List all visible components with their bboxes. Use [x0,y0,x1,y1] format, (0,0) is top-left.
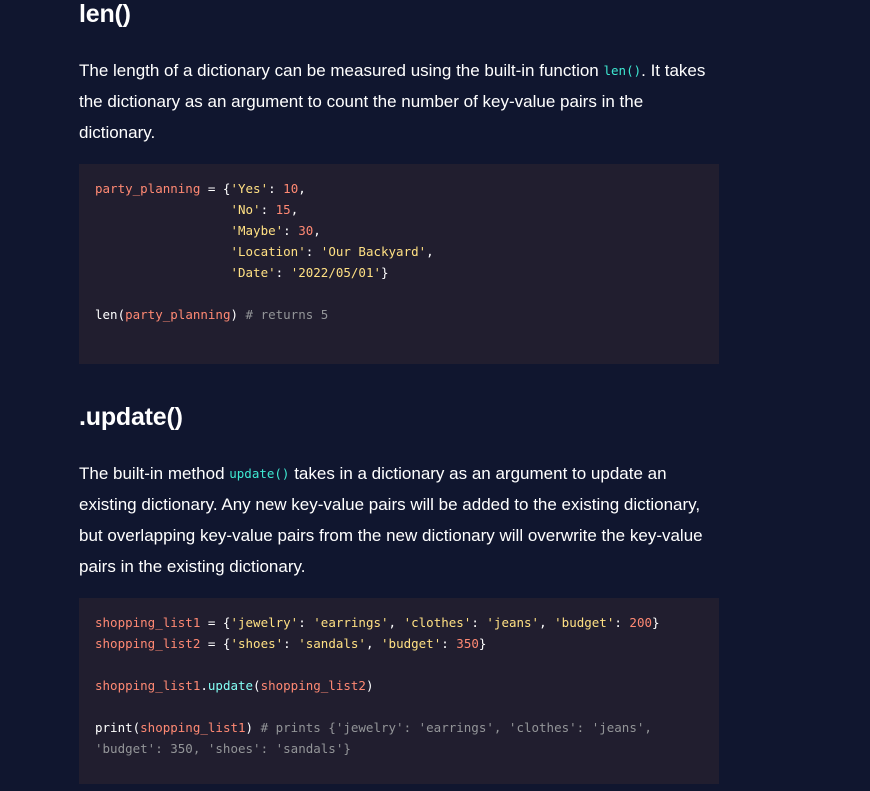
code-line: 'budget': 350, 'shoes': 'sandals'} [95,738,703,759]
code-line: print(shopping_list1) # prints {'jewelry… [95,717,703,738]
code-token: update [207,678,254,693]
code-token: 'budget' [554,615,615,630]
len-code-block: party_planning = {'Yes': 10, 'No': 15, '… [79,164,719,364]
code-token: shopping_list2 [95,636,201,651]
code-line: len(party_planning) # returns 5 [95,304,703,325]
code-token: = { [200,181,231,196]
code-token: len( [95,307,126,322]
code-token: : [298,615,314,630]
code-token: shopping_list1 [140,720,246,735]
code-token: 30 [298,223,314,238]
code-token: : [283,223,299,238]
code-token: 'Maybe' [230,223,284,238]
code-token: 'Our Backyard' [320,244,427,259]
code-token: : [260,202,276,217]
code-token: , [365,636,382,651]
update-code-block: shopping_list1 = {'jewelry': 'earrings',… [79,598,719,784]
code-token: 'clothes' [403,615,472,630]
code-token: : [268,181,284,196]
code-token: , [298,181,306,196]
update-description: The built-in method update() takes in a … [79,458,719,582]
code-token: ) [245,720,261,735]
lesson-page: len() The length of a dictionary can be … [0,0,870,791]
code-token: } [652,615,660,630]
code-token: : [441,636,457,651]
code-token: 200 [629,615,652,630]
code-token: } [478,636,487,651]
code-token: 15 [275,202,291,217]
code-token: party_planning [125,307,231,322]
code-line: party_planning = {'Yes': 10, [95,178,703,199]
code-token: shopping_list2 [260,678,366,693]
code-token: : [614,615,630,630]
update-inline-code: update() [229,466,290,481]
code-token: ( [253,678,261,693]
code-token: # returns 5 [245,307,329,322]
code-token: 'Location' [230,244,306,259]
code-token: 10 [283,181,299,196]
code-line: 'Maybe': 30, [95,220,703,241]
code-token: 'jeans' [486,615,540,630]
code-line: 'No': 15, [95,199,703,220]
code-token: 'budget': 350, 'shoes': 'sandals'} [95,741,351,756]
code-token: : [471,615,487,630]
code-token: 'earrings' [313,615,389,630]
code-line: shopping_list2 = {'shoes': 'sandals', 'b… [95,633,703,654]
code-line: shopping_list1.update(shopping_list2) [95,675,703,696]
code-token: 'shoes' [230,636,284,651]
code-token: , [539,615,555,630]
code-token: print( [95,720,141,735]
code-token: 'Date' [230,265,276,280]
code-token: 'Yes' [230,181,269,196]
code-token: 'jewelry' [230,615,299,630]
code-token: : [283,636,299,651]
code-line: 'Location': 'Our Backyard', [95,241,703,262]
code-token: , [313,223,321,238]
code-token: 'No' [230,202,261,217]
code-token: # prints {'jewelry': 'earrings', 'clothe… [260,720,652,735]
update-heading: .update() [79,403,183,431]
update-section: .update() The built-in method update() t… [79,403,719,784]
code-token: 'budget' [381,636,442,651]
code-token: ) [365,678,374,693]
code-token: '2022/05/01' [290,265,381,280]
len-description: The length of a dictionary can be measur… [79,55,719,148]
len-description-text-1: The length of a dictionary can be measur… [79,61,604,80]
code-token: : [275,265,291,280]
code-token: party_planning [95,181,201,196]
code-line: 'Date': '2022/05/01'} [95,262,703,283]
code-token: 'sandals' [298,636,366,651]
code-token: , [388,615,404,630]
code-line: shopping_list1 = {'jewelry': 'earrings',… [95,612,703,633]
code-token: , [290,202,299,217]
code-token: shopping_list1 [95,678,201,693]
len-inline-code: len() [603,63,642,78]
code-token: = { [200,636,231,651]
code-token: shopping_list1 [95,615,201,630]
code-token: , [426,244,434,259]
code-token: ) [230,307,246,322]
code-token: 350 [456,636,479,651]
update-description-text-1: The built-in method [79,464,230,483]
len-heading: len() [79,0,131,28]
len-section: len() The length of a dictionary can be … [79,0,719,364]
code-token: : [305,244,321,259]
code-token: } [381,265,389,280]
code-token: = { [200,615,231,630]
code-token: . [200,678,208,693]
